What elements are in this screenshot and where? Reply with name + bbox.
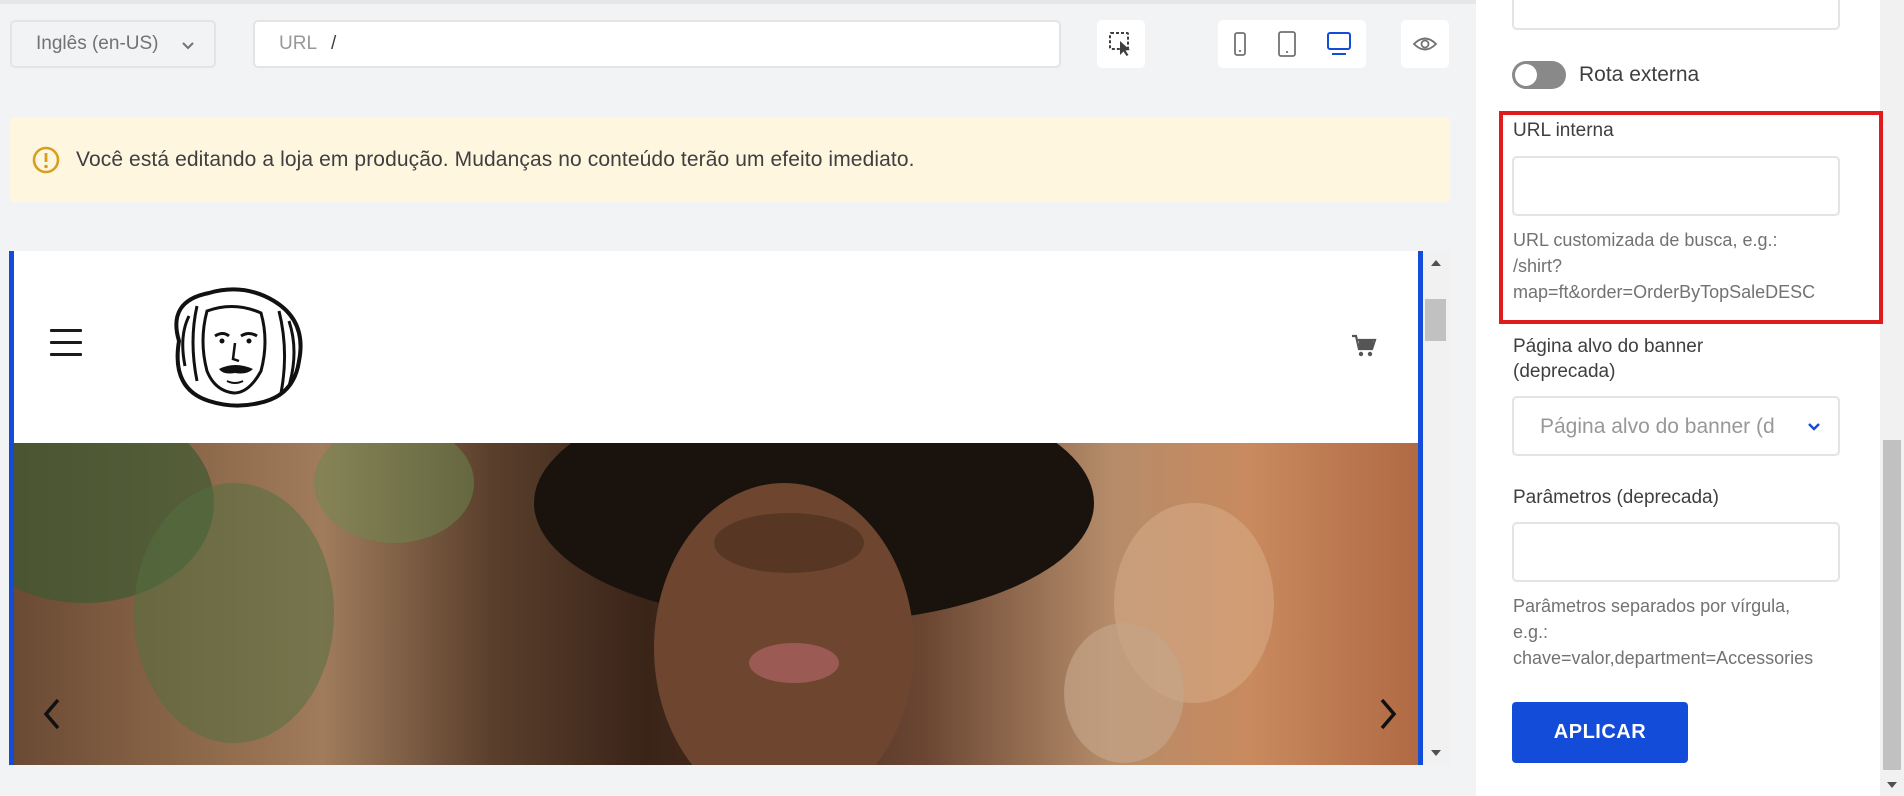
internal-url-input[interactable] [1512, 156, 1840, 216]
banner-target-select[interactable]: Página alvo do banner (d [1512, 396, 1840, 456]
eye-icon [1412, 37, 1438, 51]
external-route-toggle[interactable] [1512, 61, 1566, 89]
params-help-line-2: e.g.: [1513, 622, 1549, 642]
internal-url-help-line-1: URL customizada de busca, e.g.: [1513, 230, 1778, 250]
chevron-down-icon [1808, 423, 1820, 431]
banner-target-placeholder: Página alvo do banner (d [1540, 415, 1775, 438]
locale-select[interactable]: Inglês (en-US) [10, 20, 216, 68]
external-route-label: Rota externa [1579, 63, 1700, 86]
preview-button[interactable] [1401, 20, 1449, 68]
desktop-icon[interactable] [1325, 30, 1353, 58]
url-input[interactable]: URL / [253, 20, 1061, 68]
internal-url-label: URL interna [1513, 120, 1614, 141]
hamburger-icon[interactable] [50, 329, 82, 357]
internal-url-help-line-2: /shirt? [1513, 256, 1563, 276]
element-picker-button[interactable] [1097, 20, 1145, 68]
arrow-left-icon[interactable] [40, 694, 64, 734]
device-switcher [1218, 20, 1366, 68]
store-header [14, 251, 1418, 443]
store-preview-frame[interactable] [9, 251, 1423, 765]
production-warning-banner: Você está editando a loja em produção. M… [10, 117, 1450, 202]
sidebar-scroll-down-icon[interactable] [1887, 782, 1897, 788]
banner-target-label-line-1: Página alvo do banner [1513, 336, 1704, 357]
preview-scrollbar[interactable] [1423, 251, 1450, 765]
cart-icon[interactable] [1351, 334, 1377, 358]
warning-text: Você está editando a loja em produção. M… [76, 147, 915, 171]
previous-field-input[interactable] [1512, 0, 1840, 30]
internal-url-help-line-3: map=ft&order=OrderByTopSaleDESC [1513, 282, 1816, 302]
top-divider [0, 0, 1476, 4]
url-label: URL [279, 33, 318, 54]
toggle-knob [1515, 64, 1537, 86]
chevron-down-icon [182, 42, 194, 50]
mobile-icon[interactable] [1231, 31, 1249, 57]
params-label: Parâmetros (deprecada) [1513, 487, 1719, 508]
banner-target-label-line-2: (deprecada) [1513, 361, 1616, 382]
params-help-line-3: chave=valor,department=Accessories [1513, 648, 1814, 668]
params-input[interactable] [1512, 522, 1840, 582]
store-logo[interactable] [149, 281, 319, 411]
hero-banner-image[interactable] [14, 443, 1418, 765]
locale-label: Inglês (en-US) [36, 33, 159, 54]
element-picker-icon [1109, 32, 1130, 56]
scroll-up-icon[interactable] [1431, 260, 1441, 266]
arrow-right-icon[interactable] [1376, 694, 1400, 734]
scroll-thumb[interactable] [1425, 299, 1446, 341]
scroll-down-icon[interactable] [1431, 750, 1441, 756]
apply-button[interactable]: APLICAR [1512, 702, 1688, 763]
warning-icon [32, 146, 60, 173]
sidebar-scrollbar[interactable] [1880, 0, 1904, 796]
url-value: / [331, 33, 337, 54]
sidebar-scroll-thumb[interactable] [1883, 440, 1901, 770]
tablet-icon[interactable] [1276, 30, 1298, 58]
params-help-line-1: Parâmetros separados por vírgula, [1513, 596, 1791, 616]
